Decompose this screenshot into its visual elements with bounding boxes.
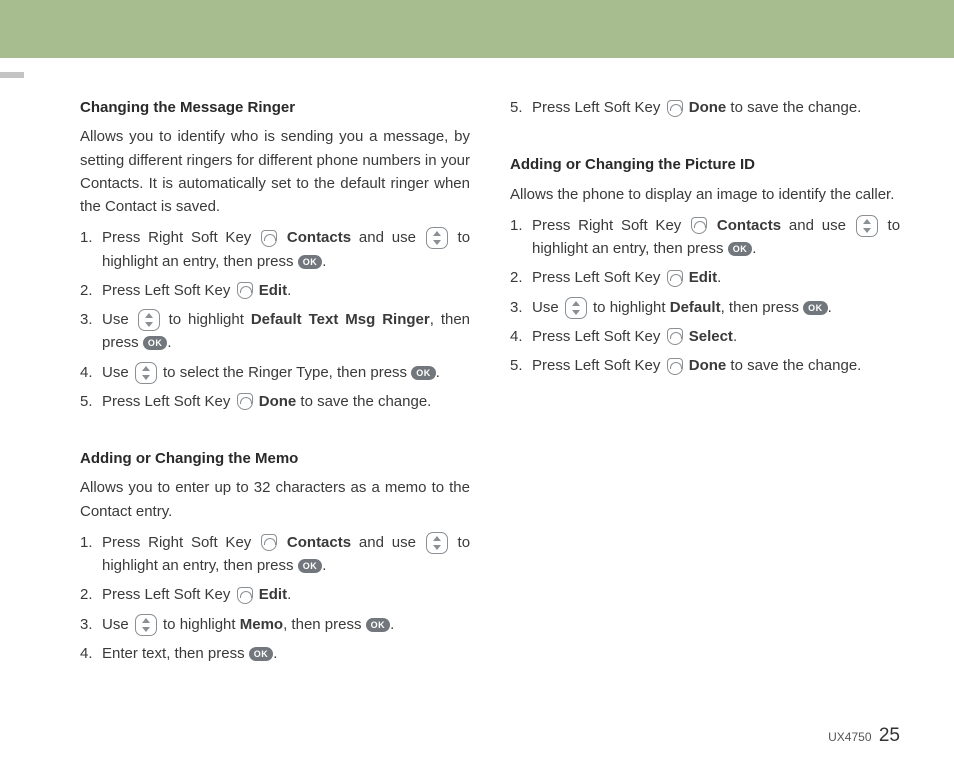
steps-memo-continued: 5. Press Left Soft Key Done to save the … (510, 96, 900, 119)
softkey-icon (237, 587, 253, 604)
step-text: Use (102, 364, 133, 381)
step-text: Press Right Soft Key (102, 229, 259, 246)
list-item: 4. Press Left Soft Key Select. (510, 325, 900, 348)
steps-message-ringer: 1. Press Right Soft Key Contacts and use… (80, 226, 470, 413)
list-item: 1. Press Right Soft Key Contacts and use… (80, 531, 470, 578)
softkey-icon (691, 217, 707, 234)
ok-icon: OK (728, 242, 753, 256)
list-item: 3. Use to highlight Memo, then press OK. (80, 613, 470, 636)
ok-icon: OK (298, 559, 323, 573)
header-banner (0, 0, 954, 58)
desc-picture-id: Allows the phone to display an image to … (510, 183, 900, 206)
step-text: Press Left Soft Key (102, 586, 235, 603)
step-text: Press Right Soft Key (532, 217, 689, 234)
ok-icon: OK (366, 618, 391, 632)
step-text: Press Right Soft Key (102, 534, 259, 551)
softkey-icon (237, 393, 253, 410)
step-text: and use (359, 229, 424, 246)
list-item: 1. Press Right Soft Key Contacts and use… (510, 214, 900, 261)
step-text: to select the Ringer Type, then press (163, 364, 411, 381)
memo-label: Memo (240, 616, 283, 633)
list-item: 1. Press Right Soft Key Contacts and use… (80, 226, 470, 273)
step-text: and use (359, 534, 424, 551)
step-text: to save the change. (730, 357, 861, 374)
default-ringer-label: Default Text Msg Ringer (251, 311, 430, 328)
default-label: Default (670, 299, 721, 316)
step-text: Use (102, 616, 133, 633)
softkey-icon (237, 282, 253, 299)
step-text: to highlight (169, 311, 251, 328)
ok-icon: OK (143, 336, 168, 350)
heading-memo: Adding or Changing the Memo (80, 447, 470, 470)
step-text: Press Left Soft Key (532, 357, 665, 374)
page-body: Changing the Message Ringer Allows you t… (80, 96, 900, 721)
nav-icon (138, 309, 160, 331)
softkey-icon (667, 270, 683, 287)
steps-memo: 1. Press Right Soft Key Contacts and use… (80, 531, 470, 665)
edit-label: Edit (259, 282, 287, 299)
step-text: to highlight (163, 616, 240, 633)
right-column: 5. Press Left Soft Key Done to save the … (510, 96, 900, 721)
nav-icon (135, 614, 157, 636)
edit-label: Edit (259, 586, 287, 603)
nav-icon (135, 362, 157, 384)
page-number: 25 (879, 725, 900, 746)
contacts-label: Contacts (287, 229, 351, 246)
softkey-icon (667, 328, 683, 345)
step-text: Press Left Soft Key (532, 99, 665, 116)
step-text: to highlight (593, 299, 670, 316)
list-item: 4. Use to select the Ringer Type, then p… (80, 361, 470, 384)
list-item: 2. Press Left Soft Key Edit. (510, 266, 900, 289)
nav-icon (856, 215, 878, 237)
step-text: , then press (283, 616, 366, 633)
done-label: Done (689, 99, 727, 116)
step-text: Press Left Soft Key (102, 282, 235, 299)
step-text: and use (789, 217, 854, 234)
nav-icon (426, 227, 448, 249)
step-text: Enter text, then press (102, 645, 249, 662)
list-item: 3. Use to highlight Default, then press … (510, 296, 900, 319)
step-text: Press Left Soft Key (532, 269, 665, 286)
page-footer: UX4750 25 (828, 725, 900, 747)
steps-picture-id: 1. Press Right Soft Key Contacts and use… (510, 214, 900, 378)
model-number: UX4750 (828, 730, 871, 744)
desc-memo: Allows you to enter up to 32 characters … (80, 476, 470, 523)
heading-message-ringer: Changing the Message Ringer (80, 96, 470, 119)
done-label: Done (689, 357, 727, 374)
ok-icon: OK (298, 255, 323, 269)
ok-icon: OK (249, 647, 274, 661)
list-item: 5. Press Left Soft Key Done to save the … (80, 390, 470, 413)
list-item: 3. Use to highlight Default Text Msg Rin… (80, 308, 470, 355)
desc-message-ringer: Allows you to identify who is sending yo… (80, 125, 470, 218)
step-text: Use (102, 311, 136, 328)
list-item: 5. Press Left Soft Key Done to save the … (510, 354, 900, 377)
contacts-label: Contacts (287, 534, 351, 551)
step-text: , then press (721, 299, 804, 316)
select-label: Select (689, 328, 733, 345)
softkey-icon (261, 534, 277, 551)
step-text: to save the change. (300, 393, 431, 410)
step-text: Press Left Soft Key (102, 393, 235, 410)
ok-icon: OK (411, 366, 436, 380)
step-text: to save the change. (730, 99, 861, 116)
nav-icon (426, 532, 448, 554)
list-item: 2. Press Left Soft Key Edit. (80, 279, 470, 302)
contacts-label: Contacts (717, 217, 781, 234)
softkey-icon (261, 230, 277, 247)
done-label: Done (259, 393, 297, 410)
list-item: 2. Press Left Soft Key Edit. (80, 583, 470, 606)
nav-icon (565, 297, 587, 319)
list-item: 4. Enter text, then press OK. (80, 642, 470, 665)
softkey-icon (667, 358, 683, 375)
side-tab (0, 72, 24, 78)
softkey-icon (667, 100, 683, 117)
left-column: Changing the Message Ringer Allows you t… (80, 96, 470, 721)
ok-icon: OK (803, 301, 828, 315)
step-text: Press Left Soft Key (532, 328, 665, 345)
edit-label: Edit (689, 269, 717, 286)
list-item: 5. Press Left Soft Key Done to save the … (510, 96, 900, 119)
heading-picture-id: Adding or Changing the Picture ID (510, 153, 900, 176)
step-text: Use (532, 299, 563, 316)
